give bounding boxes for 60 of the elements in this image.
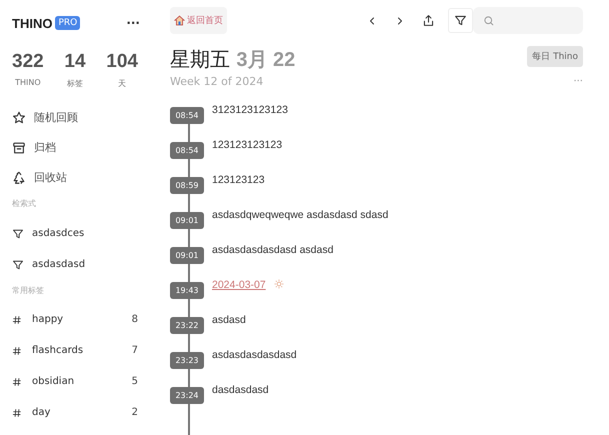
app-name: THINO xyxy=(12,16,52,30)
time-badge: 23:24 xyxy=(170,387,204,404)
stat-label: 标签 xyxy=(66,78,83,89)
week-label: Week 12 of 2024 xyxy=(170,75,264,88)
archive-icon xyxy=(12,140,26,154)
tag-count: 5 xyxy=(132,376,138,387)
time-badge: 08:54 xyxy=(170,142,204,159)
nav-item[interactable]: 随机回顾 xyxy=(12,108,148,127)
date-title: 星期五 3月 22 xyxy=(170,46,296,73)
stat-value: 104 xyxy=(106,51,138,73)
more-menu[interactable]: ··· xyxy=(126,16,140,30)
tag-count: 7 xyxy=(132,345,138,356)
entry-text: 123123123 xyxy=(212,174,265,186)
entry-text: asdasdasdasdasd xyxy=(212,349,297,361)
entry-text: 3123123123123 xyxy=(212,104,288,116)
tag-name[interactable]: day xyxy=(32,407,50,418)
entry-text: asdasdasdasdasd asdasd xyxy=(212,244,334,256)
daily-button[interactable]: 每日 Thino xyxy=(527,46,583,67)
tag-name[interactable]: happy xyxy=(32,314,64,325)
hash-icon xyxy=(12,314,22,324)
nav-item[interactable]: 回收站 xyxy=(12,168,148,187)
entry-text: dasdasdasd xyxy=(212,384,269,396)
filter-icon xyxy=(12,228,24,240)
section-title: 常用标签 xyxy=(12,285,45,297)
entry-text: 123123123123 xyxy=(212,139,282,151)
saved-query[interactable]: asdasdasd xyxy=(12,255,148,274)
time-badge: 08:59 xyxy=(170,177,204,194)
tag-count: 8 xyxy=(132,314,138,325)
stat-label: THINO xyxy=(15,78,41,87)
filter-icon xyxy=(12,258,24,270)
hash-icon xyxy=(12,346,22,356)
tag-name[interactable]: obsidian xyxy=(32,376,74,387)
time-badge: 09:01 xyxy=(170,212,204,229)
stat-value: 322 xyxy=(12,51,44,73)
section-title: 检索式 xyxy=(12,198,37,210)
star-icon xyxy=(12,110,26,124)
search-field[interactable] xyxy=(473,7,583,34)
entry-text: asdasdqweqweqwe asdasdasd sdasd xyxy=(212,209,388,221)
time-badge: 23:22 xyxy=(170,317,204,334)
stat-value: 14 xyxy=(64,51,86,73)
entry-text: asdasd xyxy=(212,314,246,326)
sun-icon xyxy=(274,279,284,289)
stat-label: 天 xyxy=(118,78,126,89)
tag-count: 2 xyxy=(132,407,138,418)
saved-query[interactable]: asdasdces xyxy=(12,224,148,243)
hash-icon xyxy=(12,376,22,386)
hash-icon xyxy=(12,408,22,418)
house-icon xyxy=(174,15,185,26)
time-badge: 08:54 xyxy=(170,107,204,124)
filter-icon xyxy=(454,14,467,27)
search-icon xyxy=(483,14,495,26)
nav-item[interactable]: 归档 xyxy=(12,138,148,157)
share-icon xyxy=(422,14,435,27)
filter-button[interactable] xyxy=(448,8,473,33)
recycle-icon xyxy=(12,170,26,184)
time-badge: 23:23 xyxy=(170,352,204,369)
pro-badge: PRO xyxy=(55,16,80,30)
time-badge: 19:43 xyxy=(170,282,204,299)
tag-name[interactable]: flashcards xyxy=(32,345,84,356)
time-badge: 09:01 xyxy=(170,247,204,264)
